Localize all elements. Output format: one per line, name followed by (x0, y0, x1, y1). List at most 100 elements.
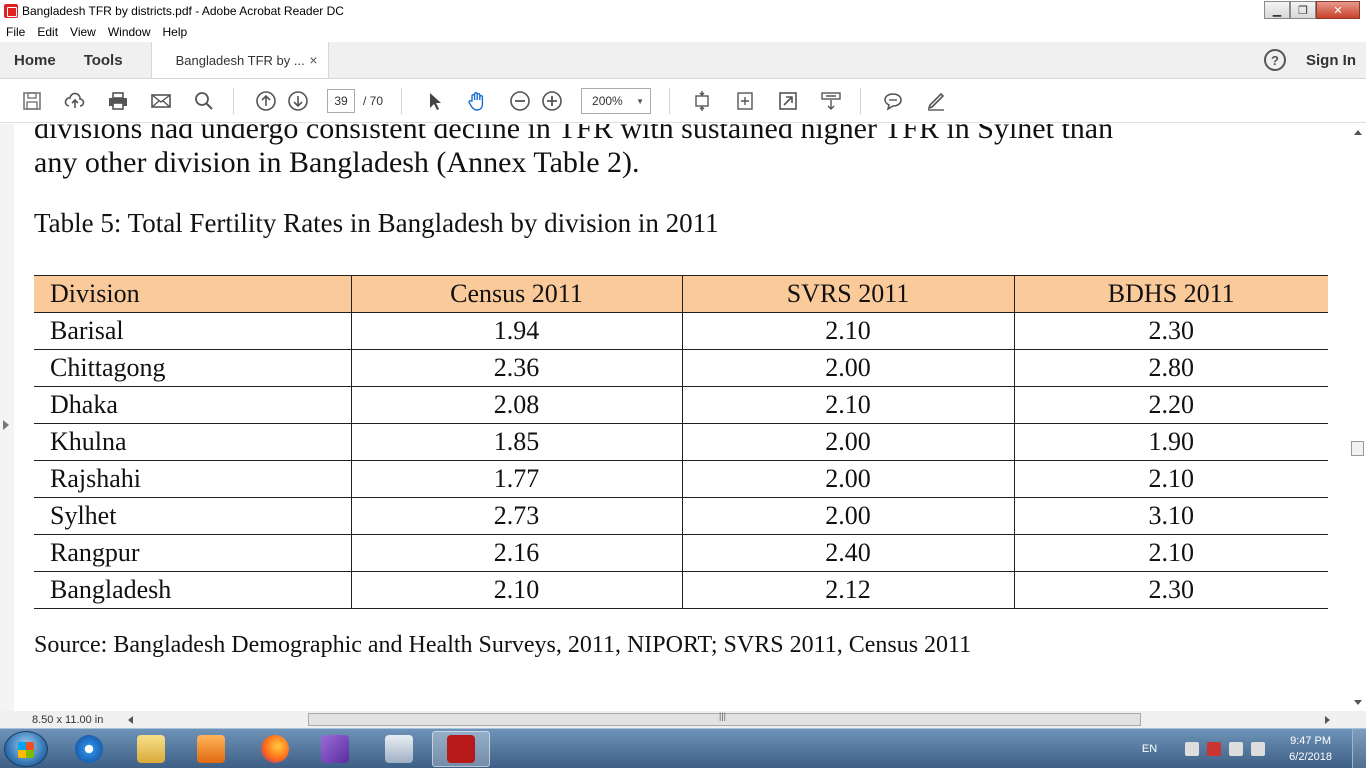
fit-page-icon[interactable] (691, 90, 713, 112)
save-icon[interactable] (21, 90, 43, 112)
sign-in-link[interactable]: Sign In (1306, 52, 1356, 69)
hand-icon[interactable] (466, 90, 488, 112)
folder-icon (137, 735, 165, 763)
tab-tools[interactable]: Tools (70, 42, 137, 78)
signal-icon[interactable] (1251, 742, 1266, 756)
table-cell: Khulna (34, 423, 351, 461)
volume-icon[interactable] (1229, 742, 1244, 756)
taskbar-calculator[interactable] (370, 731, 428, 767)
taskbar-visual-studio[interactable] (306, 731, 364, 767)
table-caption: Table 5: Total Fertility Rates in Bangla… (34, 208, 719, 238)
system-tray: EN 9:47 PM 6/2/2018 (1142, 729, 1366, 768)
search-icon[interactable] (193, 90, 215, 112)
partial-paragraph-line: divisions had undergo consistent decline… (34, 124, 1114, 145)
scroll-left-icon[interactable] (128, 716, 133, 724)
table-row: Dhaka 2.08 2.10 2.20 (34, 386, 1328, 424)
table-cell: 2.40 (681, 534, 1014, 572)
show-desktop-button[interactable] (1352, 729, 1366, 768)
toolbar-divider (233, 88, 234, 114)
clock[interactable]: 9:47 PM 6/2/2018 (1289, 733, 1332, 765)
taskbar-firefox[interactable] (246, 731, 304, 767)
minimize-button[interactable]: ▁ (1264, 1, 1290, 19)
menu-help[interactable]: Help (157, 25, 194, 39)
table-cell: 2.00 (681, 460, 1014, 498)
network-warning-icon[interactable] (1207, 742, 1222, 756)
table-cell: 2.30 (1013, 312, 1328, 350)
navigation-pane-toggle[interactable] (0, 124, 14, 711)
taskbar-internet-explorer[interactable] (60, 731, 118, 767)
tab-home[interactable]: Home (0, 42, 70, 78)
page-size-label: 8.50 x 11.00 in (32, 713, 104, 726)
scroll-thumb[interactable] (1351, 441, 1364, 456)
menu-edit[interactable]: Edit (31, 25, 64, 39)
menu-window[interactable]: Window (102, 25, 157, 39)
fullscreen-icon[interactable] (777, 90, 799, 112)
zoom-dropdown[interactable]: 200% ▼ (581, 88, 652, 114)
page-navigator: 39 / 70 (327, 89, 383, 113)
menu-view[interactable]: View (64, 25, 102, 39)
media-player-icon (197, 735, 225, 763)
language-indicator[interactable]: EN (1142, 743, 1157, 755)
rotate-icon[interactable] (734, 90, 756, 112)
sign-icon[interactable] (925, 90, 947, 112)
tfr-table: Division Census 2011 SVRS 2011 BDHS 2011… (34, 275, 1328, 609)
table-cell: 1.85 (350, 423, 682, 461)
scroll-mode-icon[interactable] (820, 90, 842, 112)
pdf-page: divisions had undergo consistent decline… (14, 124, 1349, 711)
select-icon[interactable] (423, 90, 445, 112)
start-button[interactable] (4, 731, 48, 767)
paragraph-line: any other division in Bangladesh (Annex … (34, 146, 640, 179)
scroll-up-icon[interactable] (1354, 130, 1362, 135)
vertical-scrollbar[interactable] (1349, 124, 1366, 711)
scroll-right-icon[interactable] (1325, 716, 1330, 724)
print-icon[interactable] (107, 90, 129, 112)
window-controls: ▁ ❐ ✕ (1264, 1, 1360, 19)
table-cell: 1.94 (350, 312, 682, 350)
table-source-note: Source: Bangladesh Demographic and Healt… (34, 632, 972, 658)
column-header: Census 2011 (350, 275, 682, 313)
taskbar-acrobat-reader[interactable] (432, 731, 490, 767)
close-button[interactable]: ✕ (1316, 1, 1360, 19)
prev-page-icon[interactable] (255, 90, 277, 112)
table-cell: 2.00 (681, 497, 1014, 535)
title-bar: Bangladesh TFR by districts.pdf - Adobe … (0, 0, 1366, 22)
comment-icon[interactable] (882, 90, 904, 112)
zoom-value: 200% (592, 94, 623, 108)
horizontal-scroll-thumb[interactable]: ||| (308, 711, 1141, 726)
table-row: Barisal 1.94 2.10 2.30 (34, 312, 1328, 350)
zoom-in-icon[interactable] (541, 90, 563, 112)
clock-date: 6/2/2018 (1289, 751, 1332, 763)
upload-icon[interactable] (64, 90, 86, 112)
column-header: BDHS 2011 (1013, 275, 1328, 313)
document-viewport[interactable]: divisions had undergo consistent decline… (0, 124, 1366, 711)
table-cell: 2.16 (350, 534, 682, 572)
table-cell: Dhaka (34, 386, 351, 424)
scroll-down-icon[interactable] (1354, 700, 1362, 705)
next-page-icon[interactable] (287, 90, 309, 112)
table-row: Khulna 1.85 2.00 1.90 (34, 423, 1328, 461)
email-icon[interactable] (150, 90, 172, 112)
table-row: Chittagong 2.36 2.00 2.80 (34, 349, 1328, 387)
table-cell: Barisal (34, 312, 351, 350)
table-cell: 1.90 (1013, 423, 1328, 461)
table-cell: 1.77 (350, 460, 682, 498)
page-number-input[interactable]: 39 (327, 89, 355, 113)
taskbar-media-player[interactable] (182, 731, 240, 767)
tab-bar: Home Tools Bangladesh TFR by ... × ? Sig… (0, 42, 1366, 79)
flag-icon[interactable] (1185, 742, 1200, 756)
acrobat-app-icon (4, 4, 18, 18)
help-icon[interactable]: ? (1264, 49, 1286, 71)
toolbar-divider (401, 88, 403, 114)
zoom-out-icon[interactable] (509, 90, 531, 112)
maximize-button[interactable]: ❐ (1290, 1, 1316, 19)
acrobat-window: Bangladesh TFR by districts.pdf - Adobe … (0, 0, 1366, 768)
table-cell: 2.08 (350, 386, 682, 424)
toolbar: 39 / 70 200% ▼ (0, 80, 1366, 123)
grip-icon: ||| (719, 711, 727, 721)
table-cell: 2.73 (350, 497, 682, 535)
tab-close-icon[interactable]: × (309, 52, 317, 68)
tab-document[interactable]: Bangladesh TFR by ... × (150, 42, 329, 78)
taskbar-file-explorer[interactable] (122, 731, 180, 767)
menu-file[interactable]: File (0, 25, 31, 39)
table-row: Bangladesh 2.10 2.12 2.30 (34, 571, 1328, 609)
